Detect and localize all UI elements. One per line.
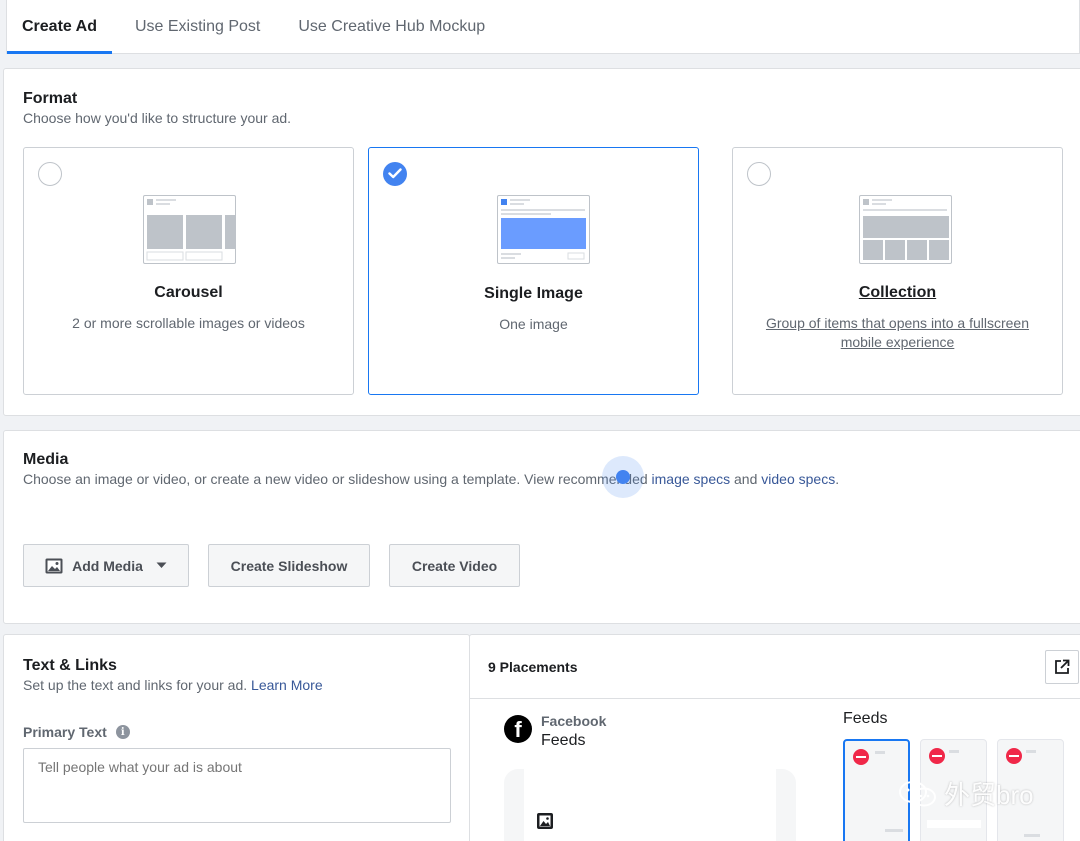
pointer-indicator xyxy=(602,456,644,498)
format-card-collection[interactable]: Collection Group of items that opens int… xyxy=(732,147,1063,395)
media-title: Media xyxy=(23,451,69,468)
media-subtitle: Choose an image or video, or create a ne… xyxy=(23,471,839,487)
format-card-carousel[interactable]: Carousel 2 or more scrollable images or … xyxy=(23,147,354,395)
text-links-subtitle-text: Set up the text and links for your ad. xyxy=(23,677,248,693)
create-video-button[interactable]: Create Video xyxy=(389,544,520,587)
ad-creation-tabs: Create Ad Use Existing Post Use Creative… xyxy=(6,0,1080,54)
blocked-icon xyxy=(853,749,869,765)
learn-more-link[interactable]: Learn More xyxy=(251,677,323,693)
blocked-icon xyxy=(929,748,945,764)
single-image-illustration-icon xyxy=(497,195,590,264)
media-section: Media Choose an image or video, or creat… xyxy=(3,430,1080,624)
primary-text-input[interactable] xyxy=(23,748,451,823)
external-link-icon xyxy=(1055,659,1070,674)
single-image-description: One image xyxy=(499,316,568,332)
collection-illustration-icon xyxy=(859,195,952,264)
media-subtitle-and: and xyxy=(730,471,762,487)
feeds-label: Feeds xyxy=(843,710,888,727)
tab-create-ad[interactable]: Create Ad xyxy=(7,0,112,54)
media-subtitle-text: Choose an image or video, or create a ne… xyxy=(23,471,652,487)
add-media-button[interactable]: Add Media xyxy=(23,544,189,587)
add-media-label: Add Media xyxy=(72,557,143,574)
format-section: Format Choose how you'd like to structur… xyxy=(3,68,1080,416)
watermark-text: 外贸bro xyxy=(944,780,1034,810)
caret-down-icon xyxy=(156,562,167,568)
format-subtitle: Choose how you'd like to structure your … xyxy=(23,110,292,126)
image-placeholder-icon xyxy=(537,813,553,829)
single-image-radio[interactable] xyxy=(383,162,407,186)
collection-radio[interactable] xyxy=(747,162,771,186)
blocked-icon xyxy=(1006,748,1022,764)
text-links-title: Text & Links xyxy=(23,657,117,674)
info-icon[interactable]: i xyxy=(115,725,130,739)
primary-text-label-text: Primary Text xyxy=(23,724,107,740)
carousel-illustration-icon xyxy=(143,195,236,264)
media-subtitle-period: . xyxy=(835,471,840,487)
carousel-description: 2 or more scrollable images or videos xyxy=(72,315,305,331)
watermark: 外贸bro xyxy=(898,775,1034,812)
primary-text-label: Primary Text i xyxy=(23,724,130,740)
carousel-title: Carousel xyxy=(154,284,223,301)
single-image-title: Single Image xyxy=(484,285,583,302)
text-links-subtitle: Set up the text and links for your ad. L… xyxy=(23,677,323,693)
tab-use-existing-post[interactable]: Use Existing Post xyxy=(135,0,260,53)
text-links-section: Text & Links Set up the text and links f… xyxy=(3,634,470,841)
tab-use-creative-hub-mockup[interactable]: Use Creative Hub Mockup xyxy=(298,0,485,53)
platform-name: Facebook xyxy=(541,713,607,729)
collection-title[interactable]: Collection xyxy=(733,284,1062,302)
carousel-radio[interactable] xyxy=(38,162,62,186)
format-title: Format xyxy=(23,90,78,107)
video-specs-link[interactable]: video specs xyxy=(761,471,835,487)
format-card-single-image[interactable]: Single Image One image xyxy=(368,147,699,395)
facebook-logo-icon: f xyxy=(504,715,532,743)
image-specs-link[interactable]: image specs xyxy=(652,471,731,487)
wechat-logo-icon xyxy=(899,780,936,806)
placements-count-title: 9 Placements xyxy=(488,659,578,675)
ad-preview-frame xyxy=(504,769,796,841)
image-icon xyxy=(45,558,63,573)
create-slideshow-button[interactable]: Create Slideshow xyxy=(208,544,370,587)
open-preview-button[interactable] xyxy=(1045,650,1079,684)
checkmark-icon xyxy=(388,168,402,179)
platform-placement: Feeds xyxy=(541,732,586,749)
collection-description[interactable]: Group of items that opens into a fullscr… xyxy=(753,314,1042,352)
